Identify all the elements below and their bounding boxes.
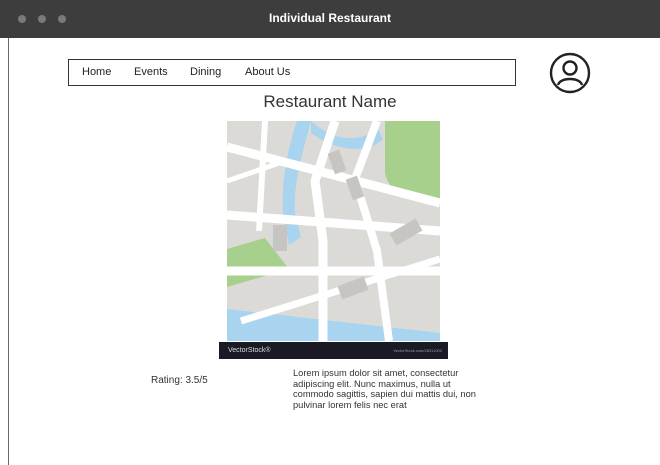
nav-home-link[interactable]: Home [82, 66, 111, 78]
window-title: Individual Restaurant [268, 11, 392, 25]
restaurant-description: Lorem ipsum dolor sit amet, consectetur … [293, 368, 476, 410]
restaurant-map-image[interactable] [225, 119, 442, 342]
main-navbar: Home Events Dining About Us [68, 59, 516, 86]
restaurant-name-heading: Restaurant Name [263, 92, 397, 111]
watermark-brand: VectorStock® [228, 347, 271, 354]
window-left-border [8, 38, 9, 465]
watermark-id: VectorStock.com/28311000 [393, 348, 442, 353]
map-watermark-bar: VectorStock® VectorStock.com/28311000 [219, 342, 448, 359]
window-titlebar: Individual Restaurant [0, 0, 660, 38]
nav-events-link[interactable]: Events [134, 66, 168, 78]
nav-about-us-link[interactable]: About Us [245, 66, 290, 78]
user-profile-icon[interactable] [549, 52, 591, 94]
restaurant-rating: Rating: 3.5/5 [151, 375, 208, 386]
map-illustration [225, 119, 442, 342]
user-circle-icon [549, 52, 591, 94]
nav-dining-link[interactable]: Dining [190, 66, 221, 78]
